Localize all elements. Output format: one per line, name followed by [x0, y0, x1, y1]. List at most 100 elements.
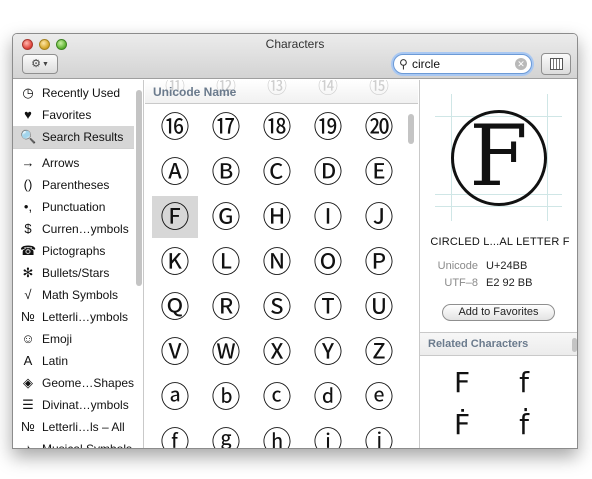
- glyph-cell[interactable]: ⓑ: [203, 376, 249, 418]
- glyph-cell[interactable]: ⑳: [356, 106, 402, 148]
- related-scrollbar[interactable]: [572, 338, 577, 352]
- window-title: Characters: [265, 37, 325, 51]
- related-character[interactable]: f: [494, 366, 554, 399]
- glyph-cell[interactable]: ⓖ: [203, 421, 249, 448]
- glyph-cell[interactable]: ⓓ: [305, 376, 351, 418]
- glyph-cell[interactable]: Ⓑ: [203, 151, 249, 193]
- glyph-cell[interactable]: ⓔ: [356, 376, 402, 418]
- glyph-cell[interactable]: Ⓛ: [203, 241, 249, 283]
- glyph-cell[interactable]: Ⓐ: [152, 151, 198, 193]
- grid-scrollbar[interactable]: [408, 114, 414, 144]
- glyph-cell[interactable]: Ⓢ: [254, 286, 300, 328]
- related-character[interactable]: Ḟ: [432, 408, 492, 441]
- sidebar-item[interactable]: № Letterli…ymbols: [13, 306, 134, 328]
- glyph-cell[interactable]: Ⓩ: [356, 331, 402, 373]
- sidebar-item[interactable]: •, Punctuation: [13, 196, 134, 218]
- sidebar-scrollbar[interactable]: [136, 90, 142, 286]
- glyph-cell[interactable]: Ⓠ: [152, 286, 198, 328]
- numero-icon: №: [21, 419, 35, 434]
- glyph-cell[interactable]: Ⓟ: [356, 241, 402, 283]
- sidebar-item-label: Search Results: [42, 130, 124, 144]
- glyph-cell[interactable]: Ⓔ: [356, 151, 402, 193]
- glyph-cell[interactable]: ⓙ: [356, 421, 402, 448]
- character-preview: F: [435, 94, 562, 221]
- music-note-icon: ♪: [24, 441, 32, 449]
- glyph-cell[interactable]: Ⓨ: [305, 331, 351, 373]
- related-characters-label: Related Characters: [428, 338, 529, 350]
- telephone-icon: ☎: [20, 243, 37, 258]
- keyboard-palette-button[interactable]: [541, 53, 571, 75]
- search-field[interactable]: ⚲ ✕: [393, 54, 532, 74]
- glyph-cell: ⑮: [369, 80, 389, 98]
- search-icon: ⚲: [399, 57, 408, 71]
- sidebar-item[interactable]: A Latin: [13, 350, 134, 372]
- glyph-cell[interactable]: ⓒ: [254, 376, 300, 418]
- sidebar-item[interactable]: ✻ Bullets/Stars: [13, 262, 134, 284]
- glyph-cell[interactable]: Ⓙ: [356, 196, 402, 238]
- sidebar-item[interactable]: ☎ Pictographs: [13, 240, 134, 262]
- clear-icon[interactable]: ✕: [515, 58, 527, 70]
- sidebar-item[interactable]: √ Math Symbols: [13, 284, 134, 306]
- sidebar-item[interactable]: $ Curren…ymbols: [13, 218, 134, 240]
- numero-icon: №: [21, 309, 35, 324]
- glyph-cell[interactable]: Ⓓ: [305, 151, 351, 193]
- glyph-cell[interactable]: ⑲: [305, 106, 351, 148]
- glyph-cell[interactable]: Ⓖ: [203, 196, 249, 238]
- glyph-cell[interactable]: Ⓕ: [152, 196, 198, 238]
- glyph-cell[interactable]: Ⓡ: [203, 286, 249, 328]
- glyph-cell: ⑬: [267, 80, 287, 98]
- sort-by-unicode-name[interactable]: Unicode Name: [153, 85, 236, 99]
- related-character[interactable]: F: [432, 366, 492, 399]
- geometric-shape-icon: ◈: [23, 375, 33, 390]
- sidebar-item[interactable]: ◈ Geome…Shapes: [13, 372, 134, 394]
- glyph-cell[interactable]: ⓗ: [254, 421, 300, 448]
- glyph-cell[interactable]: Ⓦ: [203, 331, 249, 373]
- sidebar-item[interactable]: ☺ Emoji: [13, 328, 134, 350]
- glyph-cell[interactable]: Ⓣ: [305, 286, 351, 328]
- sidebar-item[interactable]: ☰ Divinat…ymbols: [13, 394, 134, 416]
- sidebar-item-label: Punctuation: [42, 200, 106, 214]
- glyph-cell[interactable]: ⓐ: [152, 376, 198, 418]
- latin-a-icon: A: [23, 353, 33, 368]
- glyph-cell[interactable]: Ⓗ: [254, 196, 300, 238]
- search-input[interactable]: [412, 56, 512, 72]
- sidebar-item[interactable]: № Letterli…ls – All: [13, 416, 134, 438]
- glyph-cell[interactable]: Ⓞ: [305, 241, 351, 283]
- glyph-cell[interactable]: Ⓚ: [152, 241, 198, 283]
- clock-icon: ◷: [22, 85, 34, 100]
- glyph-cell[interactable]: ⓘ: [305, 421, 351, 448]
- glyph-cell[interactable]: Ⓘ: [305, 196, 351, 238]
- sidebar-item[interactable]: () Parentheses: [13, 174, 134, 196]
- sidebar-item[interactable]: ♥ Favorites: [13, 104, 134, 126]
- related-character[interactable]: ḟ: [494, 408, 554, 441]
- glyph-cell[interactable]: Ⓥ: [152, 331, 198, 373]
- sidebar-item[interactable]: 🔍 Search Results: [13, 126, 134, 148]
- sidebar-item-label: Letterli…ymbols: [42, 310, 129, 324]
- grid-header: ⑪⑫⑬⑭⑮ Unicode Name: [145, 80, 418, 104]
- sidebar-item-label: Pictographs: [42, 244, 106, 258]
- sidebar-item-label: Divinat…ymbols: [42, 398, 129, 412]
- sidebar-item-label: Musical Symbols: [42, 442, 133, 449]
- sidebar-item[interactable]: → Arrows: [13, 152, 134, 174]
- parentheses-icon: (): [23, 177, 33, 192]
- add-to-favorites-button[interactable]: Add to Favorites: [442, 304, 555, 321]
- glyph-cell[interactable]: ⓕ: [152, 421, 198, 448]
- category-sidebar: ◷ Recently Used ♥ Favorites 🔍 Search Results →…: [13, 80, 144, 449]
- glyph-cell[interactable]: ⑰: [203, 106, 249, 148]
- glyph-cell[interactable]: Ⓧ: [254, 331, 300, 373]
- glyph-cell[interactable]: Ⓝ: [254, 241, 300, 283]
- glyph-cell[interactable]: ⑯: [152, 106, 198, 148]
- preview-letter: F: [469, 107, 528, 205]
- guide-line: [435, 206, 562, 207]
- sidebar-item[interactable]: ◷ Recently Used: [13, 82, 134, 104]
- sidebar-item-label: Geome…Shapes: [42, 376, 134, 390]
- glyph-cell[interactable]: Ⓒ: [254, 151, 300, 193]
- action-menu-button[interactable]: ⚙▼: [22, 54, 58, 74]
- sidebar-item[interactable]: ♪ Musical Symbols: [13, 438, 134, 449]
- glyph-cell[interactable]: Ⓤ: [356, 286, 402, 328]
- dollar-icon: $: [24, 221, 32, 236]
- sidebar-item-label: Latin: [42, 354, 69, 368]
- sidebar-item-label: Curren…ymbols: [42, 222, 129, 236]
- sidebar-item-label: Emoji: [42, 332, 73, 346]
- glyph-cell[interactable]: ⑱: [254, 106, 300, 148]
